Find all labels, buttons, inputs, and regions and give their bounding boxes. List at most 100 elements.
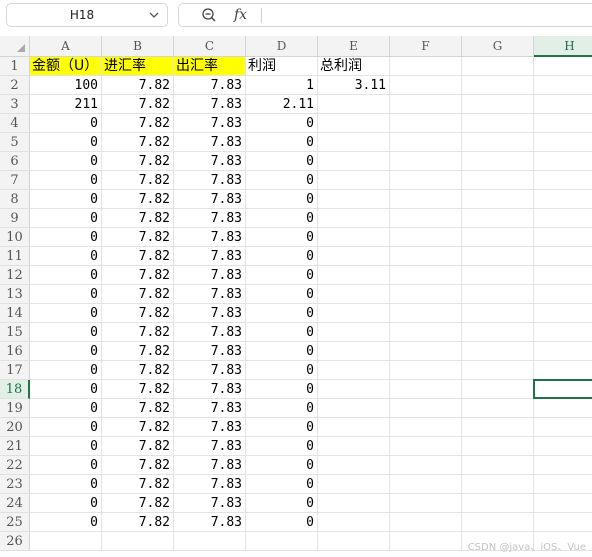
cell-c6[interactable]: 7.83 (174, 152, 246, 171)
cell-g10[interactable] (462, 228, 534, 247)
row-header-1[interactable]: 1 (0, 57, 30, 76)
cell-e6[interactable] (318, 152, 390, 171)
cell-a4[interactable]: 0 (30, 114, 102, 133)
cell-h21[interactable] (534, 437, 592, 456)
cell-d11[interactable]: 0 (246, 247, 318, 266)
cell-a8[interactable]: 0 (30, 190, 102, 209)
row-header-7[interactable]: 7 (0, 171, 30, 190)
cell-b19[interactable]: 7.82 (102, 399, 174, 418)
row-header-15[interactable]: 15 (0, 323, 30, 342)
row-header-10[interactable]: 10 (0, 228, 30, 247)
cell-c9[interactable]: 7.83 (174, 209, 246, 228)
header-cell-b[interactable]: 进汇率 (102, 57, 174, 76)
cell-d18[interactable]: 0 (246, 380, 318, 399)
row-header-23[interactable]: 23 (0, 475, 30, 494)
cell-e25[interactable] (318, 513, 390, 532)
cell-c25[interactable]: 7.83 (174, 513, 246, 532)
cell-e14[interactable] (318, 304, 390, 323)
cell-e21[interactable] (318, 437, 390, 456)
cell-g14[interactable] (462, 304, 534, 323)
cell-g13[interactable] (462, 285, 534, 304)
cell-e3[interactable] (318, 95, 390, 114)
cell-e17[interactable] (318, 361, 390, 380)
cell-e20[interactable] (318, 418, 390, 437)
cell-h4[interactable] (534, 114, 592, 133)
cell-d15[interactable]: 0 (246, 323, 318, 342)
row-header-18[interactable]: 18 (0, 380, 30, 399)
zoom-icon[interactable] (201, 7, 217, 23)
cell-h5[interactable] (534, 133, 592, 152)
cell-h23[interactable] (534, 475, 592, 494)
cell-f16[interactable] (390, 342, 462, 361)
cell-f7[interactable] (390, 171, 462, 190)
cell-h3[interactable] (534, 95, 592, 114)
cell-h1[interactable] (534, 57, 592, 76)
cell-f6[interactable] (390, 152, 462, 171)
cell-a10[interactable]: 0 (30, 228, 102, 247)
cell-d7[interactable]: 0 (246, 171, 318, 190)
cell-e8[interactable] (318, 190, 390, 209)
row-header-12[interactable]: 12 (0, 266, 30, 285)
cell-g22[interactable] (462, 456, 534, 475)
cell-h9[interactable] (534, 209, 592, 228)
cell-d26[interactable] (246, 532, 318, 551)
cell-b24[interactable]: 7.82 (102, 494, 174, 513)
cell-c18[interactable]: 7.83 (174, 380, 246, 399)
cell-g1[interactable] (462, 57, 534, 76)
cell-a7[interactable]: 0 (30, 171, 102, 190)
cell-f24[interactable] (390, 494, 462, 513)
cell-d2[interactable]: 1 (246, 76, 318, 95)
cell-e12[interactable] (318, 266, 390, 285)
cell-e13[interactable] (318, 285, 390, 304)
cell-b22[interactable]: 7.82 (102, 456, 174, 475)
cell-e2[interactable]: 3.11 (318, 76, 390, 95)
cell-h6[interactable] (534, 152, 592, 171)
cell-d24[interactable]: 0 (246, 494, 318, 513)
cell-g16[interactable] (462, 342, 534, 361)
cell-c10[interactable]: 7.83 (174, 228, 246, 247)
cell-c12[interactable]: 7.83 (174, 266, 246, 285)
cell-a3[interactable]: 211 (30, 95, 102, 114)
row-header-19[interactable]: 19 (0, 399, 30, 418)
cell-h15[interactable] (534, 323, 592, 342)
cell-f9[interactable] (390, 209, 462, 228)
cell-c16[interactable]: 7.83 (174, 342, 246, 361)
row-header-4[interactable]: 4 (0, 114, 30, 133)
cell-b13[interactable]: 7.82 (102, 285, 174, 304)
cell-d25[interactable]: 0 (246, 513, 318, 532)
cell-e16[interactable] (318, 342, 390, 361)
cell-f23[interactable] (390, 475, 462, 494)
cell-h25[interactable] (534, 513, 592, 532)
cell-e23[interactable] (318, 475, 390, 494)
chevron-down-icon[interactable] (147, 8, 161, 22)
cell-c7[interactable]: 7.83 (174, 171, 246, 190)
cell-g23[interactable] (462, 475, 534, 494)
cell-f25[interactable] (390, 513, 462, 532)
cell-f1[interactable] (390, 57, 462, 76)
cell-h16[interactable] (534, 342, 592, 361)
cell-h11[interactable] (534, 247, 592, 266)
function-icon[interactable]: fx (234, 4, 247, 26)
column-header-c[interactable]: C (174, 36, 246, 57)
cell-f11[interactable] (390, 247, 462, 266)
row-header-14[interactable]: 14 (0, 304, 30, 323)
row-header-16[interactable]: 16 (0, 342, 30, 361)
cell-b7[interactable]: 7.82 (102, 171, 174, 190)
column-header-e[interactable]: E (318, 36, 390, 57)
cell-b23[interactable]: 7.82 (102, 475, 174, 494)
cell-e11[interactable] (318, 247, 390, 266)
cell-a20[interactable]: 0 (30, 418, 102, 437)
cell-b16[interactable]: 7.82 (102, 342, 174, 361)
cell-e7[interactable] (318, 171, 390, 190)
cell-g7[interactable] (462, 171, 534, 190)
cell-g25[interactable] (462, 513, 534, 532)
cell-g4[interactable] (462, 114, 534, 133)
cell-f22[interactable] (390, 456, 462, 475)
cell-b10[interactable]: 7.82 (102, 228, 174, 247)
cell-e9[interactable] (318, 209, 390, 228)
row-header-9[interactable]: 9 (0, 209, 30, 228)
cell-h20[interactable] (534, 418, 592, 437)
cell-a16[interactable]: 0 (30, 342, 102, 361)
cell-a19[interactable]: 0 (30, 399, 102, 418)
cell-b9[interactable]: 7.82 (102, 209, 174, 228)
